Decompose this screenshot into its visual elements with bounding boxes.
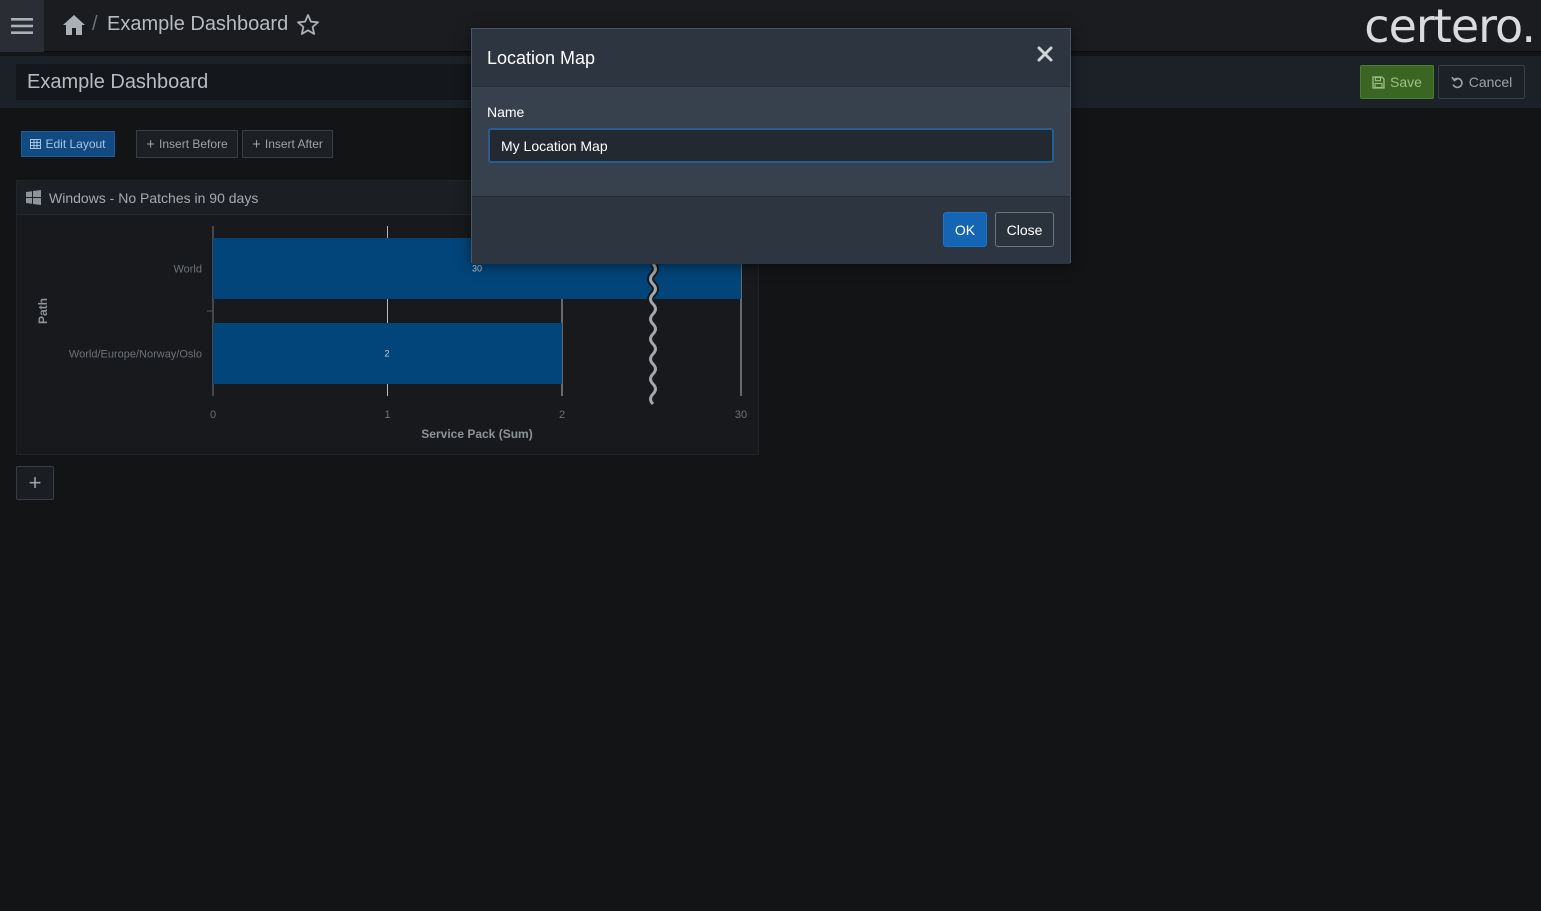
- location-map-modal: Location Map Name OK Close: [471, 28, 1071, 264]
- y-tick-label: World/Europe/Norway/Oslo: [69, 349, 202, 361]
- close-label: Close: [1006, 221, 1043, 238]
- dashboard-name-input[interactable]: [16, 64, 486, 100]
- insert-before-label: Insert Before: [159, 137, 228, 151]
- x-tick-label: 2: [559, 409, 565, 421]
- edit-layout-button[interactable]: Edit Layout: [21, 131, 115, 157]
- save-button[interactable]: Save: [1360, 65, 1434, 99]
- y-tick-label: World: [173, 264, 202, 276]
- x-tick-label: 1: [384, 409, 390, 421]
- bar-data-label: 30: [472, 264, 482, 274]
- x-tick-label: 30: [735, 409, 747, 421]
- breadcrumb-dashboard-title: Example Dashboard: [107, 13, 289, 35]
- floppy-icon: [1372, 75, 1385, 89]
- modal-footer: OK Close: [472, 196, 1070, 264]
- plus-icon: +: [252, 135, 261, 153]
- bar-data-label: 2: [384, 349, 389, 359]
- menu-button[interactable]: [0, 0, 44, 52]
- add-widget-label: +: [28, 470, 42, 495]
- cancel-button[interactable]: Cancel: [1438, 65, 1525, 99]
- hamburger-icon: [11, 18, 33, 34]
- cancel-label: Cancel: [1468, 74, 1513, 90]
- insert-after-label: Insert After: [264, 137, 323, 151]
- insert-before-button[interactable]: + Insert Before: [136, 130, 238, 158]
- save-label: Save: [1390, 74, 1422, 90]
- certero-logo: certero.: [1364, 0, 1536, 53]
- close-button[interactable]: Close: [995, 212, 1054, 247]
- x-tick-label: 0: [210, 409, 216, 421]
- close-icon[interactable]: [1034, 43, 1056, 65]
- ok-button[interactable]: OK: [943, 212, 987, 247]
- y-axis-title: Path: [36, 298, 50, 324]
- grid-icon: [30, 139, 42, 149]
- modal-title: Location Map: [487, 48, 596, 68]
- breadcrumb-separator: /: [92, 13, 98, 35]
- modal-header: Location Map: [472, 29, 1070, 87]
- plus-icon: +: [146, 135, 156, 153]
- edit-layout-label: Edit Layout: [45, 137, 106, 151]
- x-axis-title: Service Pack (Sum): [421, 427, 532, 441]
- insert-after-button[interactable]: + Insert After: [242, 130, 333, 158]
- undo-icon: [1451, 76, 1463, 88]
- modal-body: Name: [472, 87, 1070, 196]
- name-field-input[interactable]: [488, 128, 1054, 163]
- name-field-label: Name: [487, 104, 525, 120]
- home-icon[interactable]: [62, 14, 86, 36]
- add-widget-button[interactable]: +: [16, 466, 54, 500]
- ok-label: OK: [954, 221, 976, 238]
- star-icon[interactable]: [296, 13, 320, 37]
